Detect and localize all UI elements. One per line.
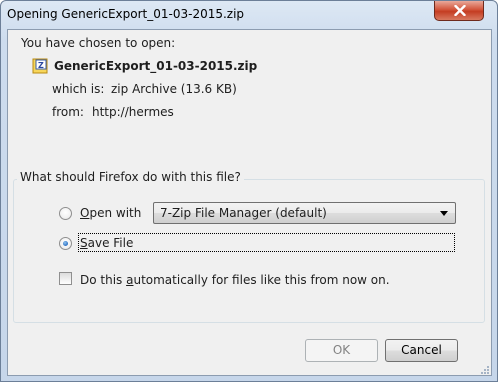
cancel-button[interactable]: Cancel xyxy=(385,339,458,362)
title-bar[interactable]: Opening GenericExport_01-03-2015.zip xyxy=(1,1,497,29)
save-file-accel: S xyxy=(80,236,88,250)
file-source-label: from: xyxy=(52,105,84,119)
zip-file-icon: Z xyxy=(32,58,48,74)
window-title: Opening GenericExport_01-03-2015.zip xyxy=(7,7,245,21)
intro-text: You have chosen to open: xyxy=(21,36,176,50)
resize-grip-icon[interactable] xyxy=(478,365,490,377)
auto-action-checkbox[interactable] xyxy=(59,272,72,285)
open-with-app-select[interactable]: 7-Zip File Manager (default) xyxy=(153,202,456,224)
svg-text:Z: Z xyxy=(38,61,44,70)
open-with-app-value: 7-Zip File Manager (default) xyxy=(160,206,327,220)
download-dialog-window: Opening GenericExport_01-03-2015.zip You… xyxy=(0,0,498,382)
auto-action-label-rest: utomatically for files like this from no… xyxy=(133,273,390,287)
open-with-label[interactable]: Open with xyxy=(80,206,141,220)
open-with-label-rest: pen with xyxy=(89,206,142,220)
save-file-label[interactable]: Save File xyxy=(80,236,133,250)
close-button[interactable] xyxy=(434,1,484,21)
file-source-value: http://hermes xyxy=(92,105,174,119)
auto-action-label-before: Do this xyxy=(80,273,127,287)
save-file-radio[interactable] xyxy=(59,237,72,250)
save-file-focus-rect xyxy=(78,233,455,252)
action-group-legend: What should Firefox do with this file? xyxy=(17,170,244,184)
save-file-label-rest: ave File xyxy=(87,236,134,250)
close-icon xyxy=(454,5,466,16)
file-type-value: zip Archive (13.6 KB) xyxy=(111,82,237,96)
auto-action-label[interactable]: Do this automatically for files like thi… xyxy=(80,273,390,287)
file-name: GenericExport_01-03-2015.zip xyxy=(54,59,258,73)
ok-button[interactable]: OK xyxy=(305,339,378,362)
open-with-radio[interactable] xyxy=(59,207,72,220)
file-type-label: which is: xyxy=(52,82,105,96)
chevron-down-icon xyxy=(440,211,448,216)
